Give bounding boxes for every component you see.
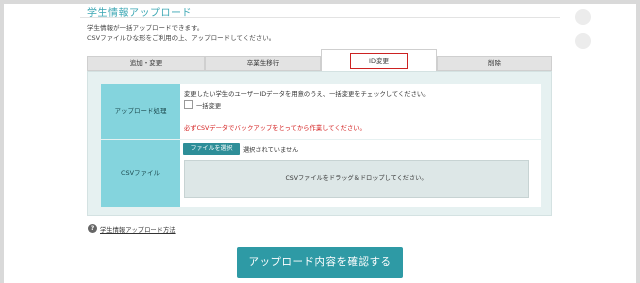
- tab-id-change-label: ID変更: [350, 53, 408, 69]
- tab-bar: 追加・変更 卒業生移行 ID変更 削除: [87, 49, 552, 71]
- title-divider: [80, 17, 560, 18]
- bulk-change-checkbox[interactable]: [184, 100, 193, 109]
- upload-process-description: 変更したい学生のユーザーIDデータを用意のうえ、一括変更をチェックしてください。: [184, 91, 430, 98]
- confirm-upload-button[interactable]: アップロード内容を確認する: [237, 247, 403, 278]
- page-description-line1: 学生情報が一括アップロードできます。: [87, 24, 204, 32]
- question-icon: ?: [88, 224, 97, 233]
- upload-help-link[interactable]: 学生情報アップロード方法: [100, 225, 176, 234]
- window-frame-right: [636, 0, 640, 283]
- tab-delete[interactable]: 削除: [437, 56, 552, 71]
- backup-warning: 必ずCSVデータでバックアップをとってから作業してください。: [184, 125, 366, 132]
- tab-graduate-migration[interactable]: 卒業生移行: [205, 56, 321, 71]
- choose-file-button[interactable]: ファイルを選択: [183, 143, 240, 155]
- circle-button-bottom[interactable]: [575, 33, 591, 49]
- file-status-text: 選択されていません: [243, 147, 299, 154]
- tab-add-change[interactable]: 追加・変更: [87, 56, 205, 71]
- window-frame-left: [0, 0, 4, 283]
- csv-file-label: CSVファイル: [101, 140, 180, 207]
- csv-dropzone[interactable]: CSVファイルをドラッグ＆ドロップしてください。: [184, 160, 529, 198]
- page-description-line2: CSVファイルひな形をご利用の上、アップロードしてください。: [87, 34, 276, 42]
- tab-id-change[interactable]: ID変更: [321, 49, 437, 71]
- upload-process-label: アップロード処理: [101, 84, 180, 139]
- bulk-change-label[interactable]: 一括変更: [196, 101, 221, 110]
- circle-button-top[interactable]: [575, 9, 591, 25]
